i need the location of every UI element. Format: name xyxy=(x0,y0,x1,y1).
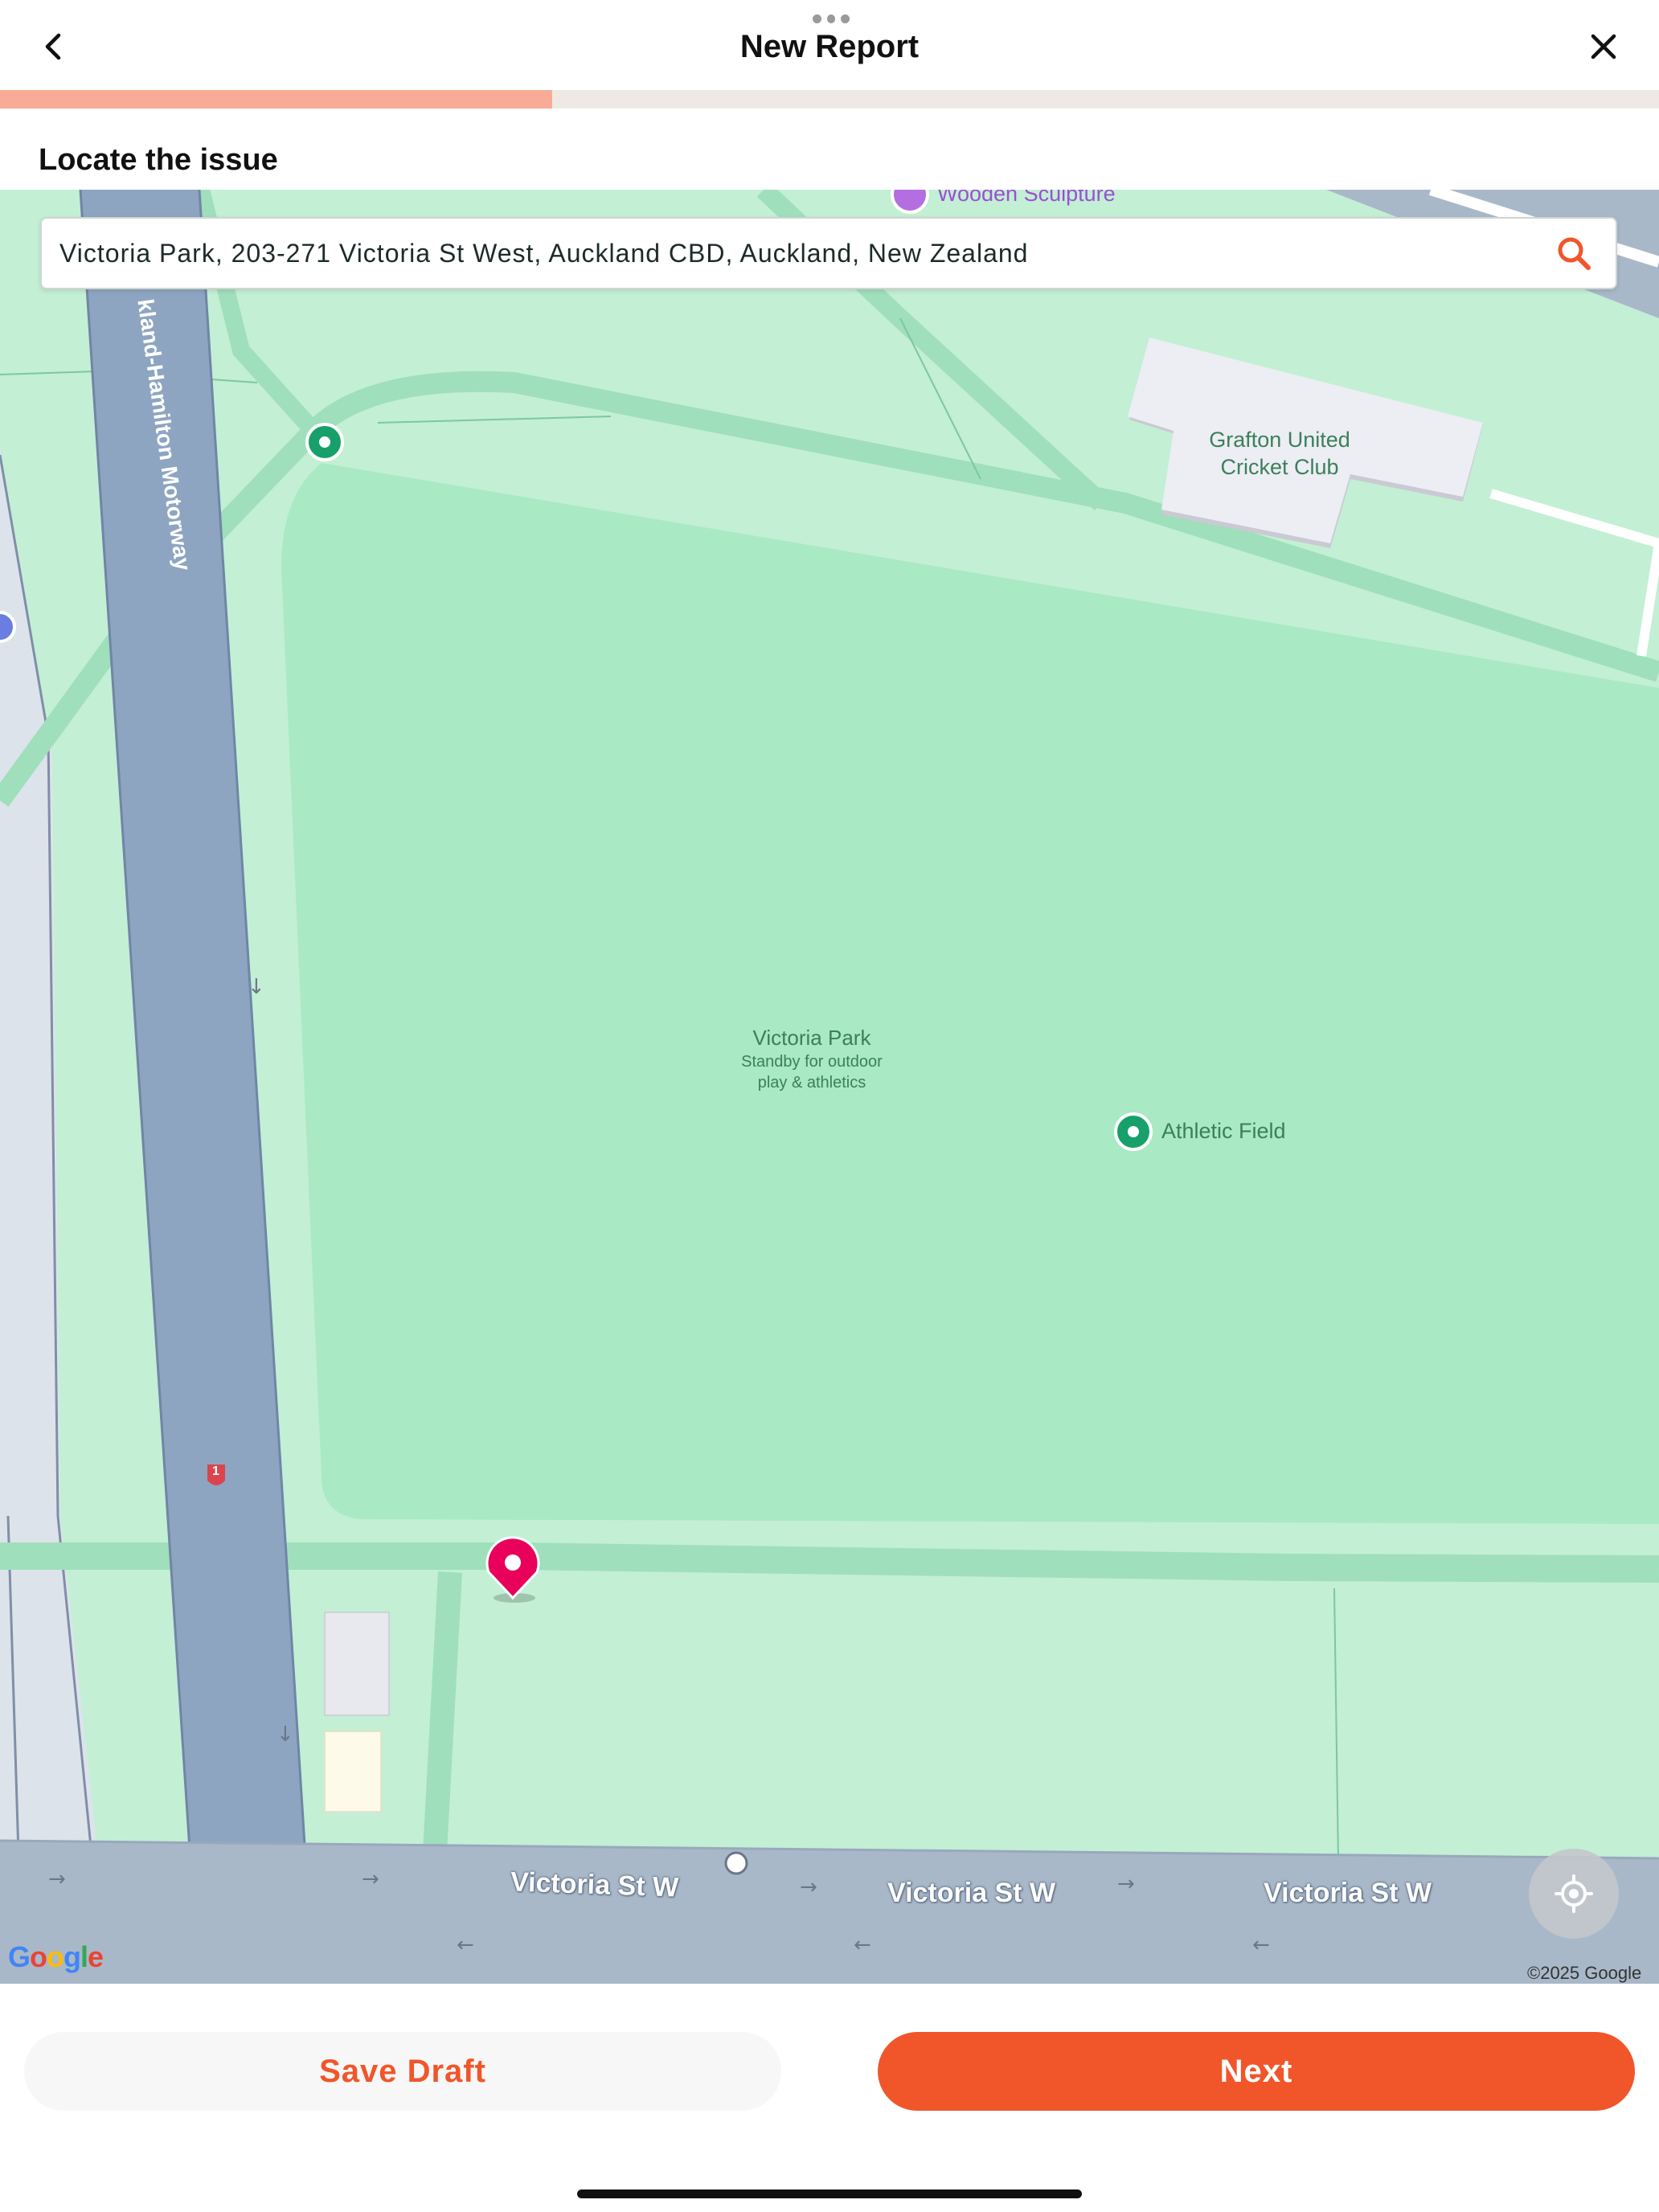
map-label-park-sub2: play & athletics xyxy=(757,1074,866,1092)
my-location-button[interactable] xyxy=(1529,1849,1619,1939)
state-highway-shield: 1 xyxy=(212,1464,219,1478)
map-label-street-1: Victoria St W xyxy=(510,1866,679,1903)
map-label-park-name: Victoria Park xyxy=(752,1026,871,1050)
my-location-icon xyxy=(1555,1874,1593,1913)
map-label-park-sub1: Standby for outdoor xyxy=(741,1053,883,1071)
map-label-cricket-club-line1: Grafton United xyxy=(1209,428,1350,452)
section-heading: Locate the issue xyxy=(39,143,278,177)
google-logo: Google xyxy=(8,1940,104,1973)
location-search-bar[interactable]: Victoria Park, 203-271 Victoria St West,… xyxy=(40,217,1617,289)
map-label-cricket-club-line2: Cricket Club xyxy=(1220,455,1339,479)
svg-text:→: → xyxy=(1117,1872,1135,1896)
close-button[interactable] xyxy=(1578,21,1629,72)
progress-bar xyxy=(0,90,1659,109)
search-icon[interactable] xyxy=(1550,229,1598,277)
save-draft-button[interactable]: Save Draft xyxy=(24,2032,781,2111)
next-button[interactable]: Next xyxy=(878,2032,1635,2111)
svg-text:←: ← xyxy=(854,1933,871,1957)
svg-text:→: → xyxy=(48,1867,66,1891)
map-label-street-3: Victoria St W xyxy=(1264,1878,1432,1908)
svg-text:→: → xyxy=(362,1867,379,1891)
home-indicator xyxy=(577,2189,1082,2198)
close-icon xyxy=(1591,34,1616,59)
map-copyright: ©2025 Google xyxy=(1527,1963,1642,1983)
search-input[interactable]: Victoria Park, 203-271 Victoria St West,… xyxy=(59,239,1550,268)
svg-text:→: → xyxy=(800,1875,817,1899)
progress-fill xyxy=(0,90,553,109)
svg-text:↓: ↓ xyxy=(248,975,265,999)
svg-text:←: ← xyxy=(457,1933,474,1957)
map-label-street-2: Victoria St W xyxy=(887,1878,1056,1908)
map-view[interactable]: → → → → ← ← ← ↓ ↓ kland-Hamilton Motorway Woo… xyxy=(0,190,1659,1984)
svg-text:↓: ↓ xyxy=(276,1722,294,1747)
map-label-wooden-sculpture: Wooden Sculpture xyxy=(937,190,1116,206)
svg-text:←: ← xyxy=(1252,1933,1270,1957)
page-title: New Report xyxy=(739,29,920,64)
map-label-athletic-field: Athletic Field xyxy=(1161,1119,1286,1143)
